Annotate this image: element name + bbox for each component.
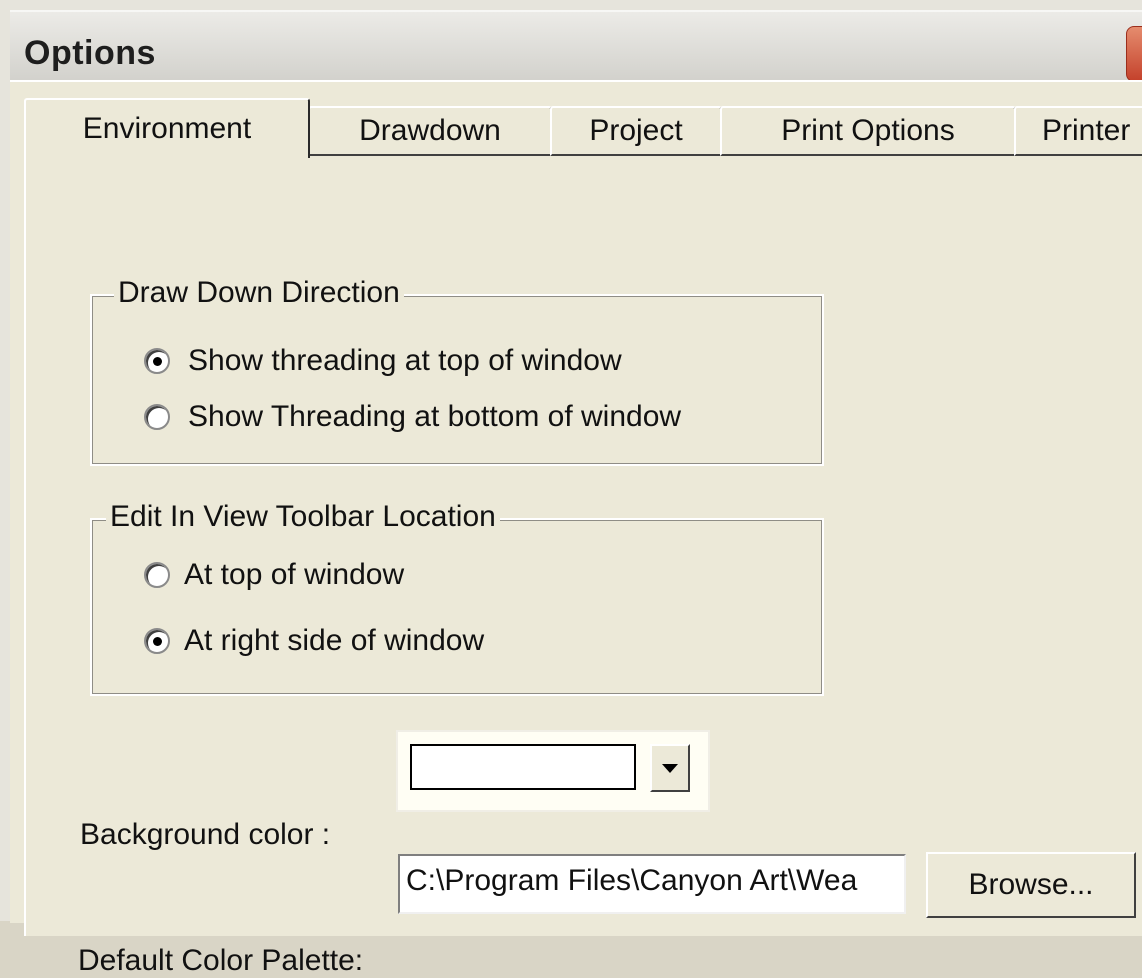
background-color-label: Background color : bbox=[80, 818, 331, 851]
radio-label: At top of window bbox=[184, 558, 405, 591]
radio-toolbar-top[interactable]: At top of window bbox=[144, 558, 404, 592]
close-icon[interactable] bbox=[1126, 26, 1142, 82]
dialog-window: Options Environment Drawdown Project Pri… bbox=[0, 0, 1142, 977]
chevron-down-icon[interactable] bbox=[650, 744, 690, 792]
radio-button-checked[interactable] bbox=[144, 628, 170, 654]
toolbar-location-group: Edit In View Toolbar Location At top of … bbox=[90, 500, 824, 696]
radio-label: At right side of window bbox=[184, 624, 485, 657]
tab-printer[interactable]: Printer bbox=[1014, 106, 1142, 156]
environment-page: Draw Down Direction Show threading at to… bbox=[24, 156, 1142, 977]
radio-label: Show threading at top of window bbox=[188, 344, 622, 377]
tab-drawdown[interactable]: Drawdown bbox=[308, 106, 552, 156]
radio-button-checked[interactable] bbox=[144, 348, 170, 374]
dialog-client: Environment Drawdown Project Print Optio… bbox=[10, 80, 1142, 977]
draw-down-direction-legend: Draw Down Direction bbox=[114, 276, 404, 310]
radio-show-threading-top[interactable]: Show threading at top of window bbox=[144, 344, 622, 378]
browse-button[interactable]: Browse... bbox=[926, 852, 1136, 918]
tab-project[interactable]: Project bbox=[550, 106, 722, 156]
tab-environment[interactable]: Environment bbox=[24, 98, 310, 158]
default-palette-label: Default Color Palette: bbox=[78, 944, 364, 977]
radio-button[interactable] bbox=[144, 404, 170, 430]
toolbar-location-legend: Edit In View Toolbar Location bbox=[106, 500, 500, 534]
color-swatch[interactable] bbox=[410, 744, 636, 790]
default-palette-path-field[interactable]: C:\Program Files\Canyon Art\Wea bbox=[398, 854, 906, 914]
radio-show-threading-bottom[interactable]: Show Threading at bottom of window bbox=[144, 400, 681, 434]
draw-down-direction-group: Draw Down Direction Show threading at to… bbox=[90, 276, 824, 466]
radio-toolbar-right[interactable]: At right side of window bbox=[144, 624, 484, 658]
radio-button[interactable] bbox=[144, 562, 170, 588]
tab-print-options[interactable]: Print Options bbox=[720, 106, 1016, 156]
title-bar[interactable]: Options bbox=[10, 10, 1142, 82]
tab-strip: Environment Drawdown Project Print Optio… bbox=[10, 96, 1142, 158]
background-color-picker[interactable] bbox=[396, 730, 710, 812]
radio-label: Show Threading at bottom of window bbox=[188, 400, 682, 433]
dialog-title: Options bbox=[24, 34, 156, 72]
